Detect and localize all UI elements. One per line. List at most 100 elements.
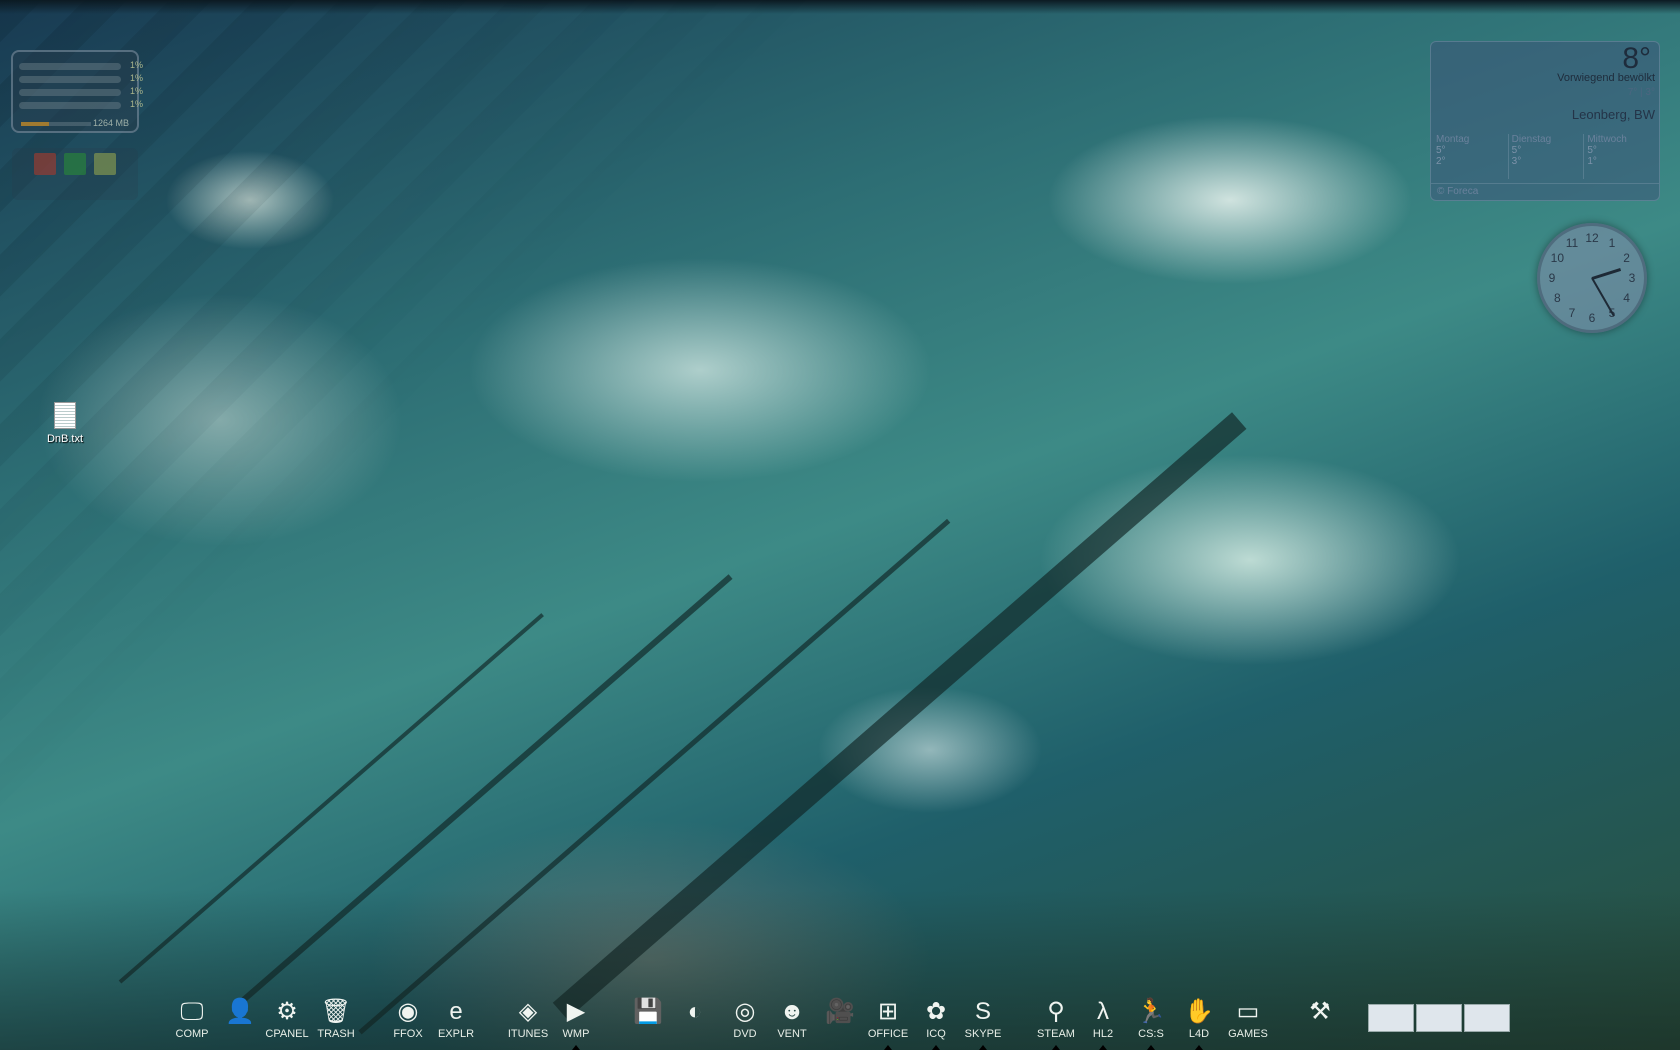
dock-item-dvd[interactable]: ◎ DVD [721,998,769,1040]
play-icon: ▶ [566,998,586,1025]
dock-item-label: HL2 [1092,1028,1114,1040]
dock-item-label: L4D [1188,1028,1210,1040]
dock-item-wmp[interactable]: ▶ WMP [552,998,600,1050]
desktop-icon-dnb-txt[interactable]: DnB.txt [40,402,90,445]
day-high: 5° [1436,145,1446,156]
dock-item-label: STEAM [1037,1028,1075,1040]
weather-widget[interactable]: 8° Vorwiegend bewölkt 7° | 3° Leonberg, … [1430,41,1660,201]
firefox-icon: ◉ [397,998,419,1025]
day-name: Montag [1436,134,1470,145]
running-indicator [1099,1045,1107,1050]
dock-item-ffox[interactable]: ◉ FFOX [384,998,432,1040]
ipod-icon: ◈ [518,998,538,1025]
monitor-icon: 🖵 [180,998,204,1025]
dock-item-hl2[interactable]: λ HL2 [1079,998,1127,1050]
day-high: 5° [1587,145,1597,156]
forecast: Montag 5° 2° Dienstag 5° 3° Mittwoch 5° 1° [1433,134,1659,179]
lambda-icon: λ [1097,998,1109,1025]
trash-icon: 🗑 [320,998,352,1025]
text-file-icon [54,402,76,429]
window-thumbnail[interactable] [1368,1004,1414,1032]
cpu-bar: 1% [19,60,143,70]
dock-item-label: TRASH [317,1028,355,1040]
dock-item-tools[interactable]: ⚒ [1296,998,1344,1028]
clock-number: 2 [1623,251,1630,265]
clock-number: 10 [1550,251,1565,265]
dock-item-comp[interactable]: 🖵 COMP [168,998,216,1040]
system-monitor-widget[interactable]: 1% 1% 1% 1% 1264 MB [11,50,143,133]
dock-item-label: FFOX [393,1028,423,1040]
clock-number: 11 [1565,236,1579,251]
memory-value: 1264 MB [93,118,130,128]
fire-disc-icon: ◐ [687,998,703,1025]
window-thumbnail[interactable] [1416,1004,1462,1032]
day-low: 1° [1587,156,1597,167]
dock-item-l4d[interactable]: ✋ L4D [1175,998,1223,1050]
dvd-icon: ◎ [734,998,756,1025]
floppy-icon: 💾 [633,998,663,1025]
dock-item-trash[interactable]: 🗑 TRASH [312,998,360,1040]
clock-number: 4 [1623,291,1630,305]
cpu-bar: 1% [19,86,143,96]
dock-item-itunes[interactable]: ◈ ITUNES [504,998,552,1040]
clock-number: 3 [1628,271,1636,285]
day-name: Mittwoch [1587,134,1627,145]
dock-item-steam[interactable]: ⚲ STEAM [1032,998,1080,1050]
window-thumbnail[interactable] [1464,1004,1510,1032]
clock-number: 8 [1554,291,1561,305]
current-temp: 8° [1622,42,1651,75]
temp-range: 7° | 3° [1627,87,1655,98]
hour-hand [1591,267,1622,280]
dock-item-label: GAMES [1228,1028,1268,1040]
running-indicator [884,1045,892,1050]
tools-icon: ⚒ [1309,998,1331,1025]
shutdown-button[interactable] [34,153,56,175]
memory-bar [21,122,91,126]
day-low: 3° [1511,156,1522,167]
forecast-day: Mittwoch 5° 1° [1584,134,1659,179]
dock-item-vent[interactable]: ☻ VENT [768,998,816,1040]
dock-item-label: DVD [733,1028,757,1040]
steam-icon: ⚲ [1047,998,1065,1025]
condition: Vorwiegend bewölkt [1557,72,1655,84]
running-indicator [932,1045,940,1050]
window-thumbnails [1368,1004,1510,1032]
day-name: Dienstag [1511,134,1552,145]
dock-item-label: WMP [562,1028,590,1040]
dock-item-save[interactable]: 💾 [624,998,672,1028]
dock-item-explr[interactable]: e EXPLR [432,998,480,1040]
location: Leonberg, BW [1571,107,1655,122]
clock-number: 9 [1548,271,1556,285]
dock-item-burn[interactable]: ◐ [671,998,719,1028]
day-low: 2° [1436,156,1446,167]
dock-item-label: VENT [777,1028,807,1040]
desktop-icon-label: DnB.txt [46,433,84,445]
dock-item-label: ITUNES [507,1028,549,1040]
dock-item-label: CS:S [1138,1028,1164,1040]
dock-item-cpanel[interactable]: ⚙ CPANEL [263,998,311,1040]
sleep-button[interactable] [94,153,116,175]
dock-item-user[interactable]: 👤 [216,998,264,1028]
dock-item-skype[interactable]: S SKYPE [959,998,1007,1050]
clock-widget[interactable]: 121234567891011 [1537,223,1647,333]
running-indicator [572,1045,580,1050]
weather-provider[interactable]: © Foreca [1431,183,1659,200]
forecast-day: Dienstag 5° 3° [1509,134,1585,179]
running-indicator [1195,1045,1203,1050]
dock-item-label: ICQ [926,1028,946,1040]
dock-item-cam[interactable]: 🎥 [816,998,864,1028]
cpu-percent: 1% [129,86,143,96]
games-icon: ▭ [1236,998,1260,1025]
clock-number: 7 [1568,305,1576,320]
cpu-bar: 1% [19,99,143,109]
cpu-bar: 1% [19,73,143,83]
day-high: 5° [1511,145,1522,156]
dock-item-css[interactable]: 🏃 CS:S [1127,998,1175,1050]
cpu-percent: 1% [129,99,143,109]
dock-item-icq[interactable]: ✿ ICQ [912,998,960,1050]
dock-item-office[interactable]: ⊞ OFFICE [864,998,912,1050]
clock-number: 1 [1608,236,1616,251]
restart-button[interactable] [64,153,86,175]
gears-icon: ⚙ [276,998,298,1025]
dock-item-games[interactable]: ▭ GAMES [1224,998,1272,1040]
